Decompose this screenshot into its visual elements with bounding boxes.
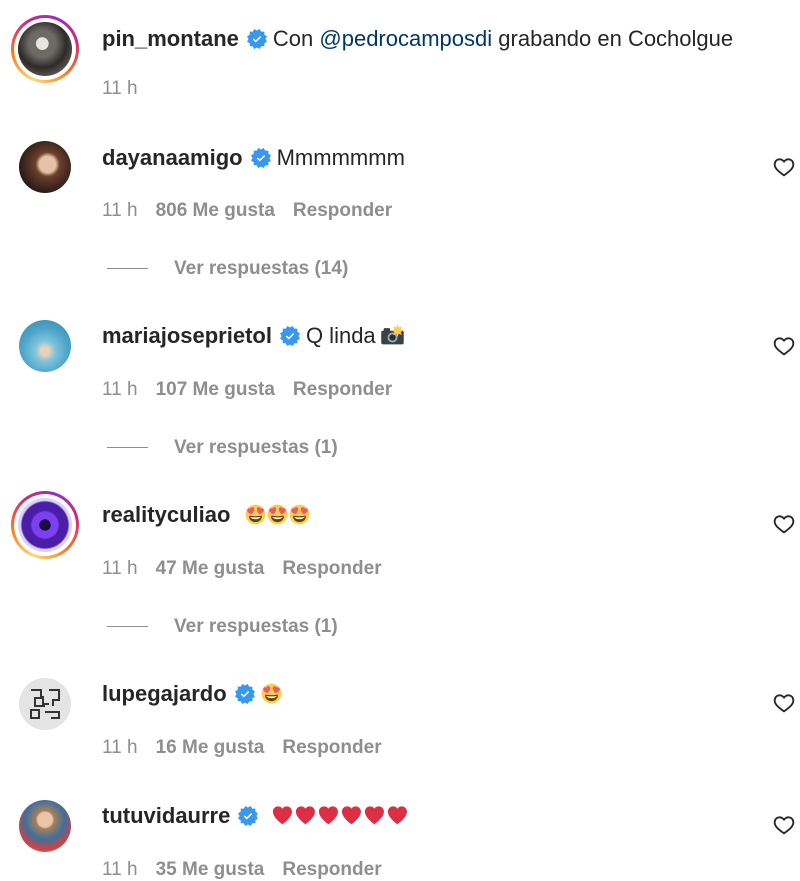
avatar [18, 498, 72, 552]
avatar [19, 678, 71, 730]
view-replies-button[interactable]: Ver respuestas (1) [107, 615, 338, 639]
like-heart-icon[interactable] [773, 513, 795, 535]
comment-meta: 11 h 35 Me gusta Responder [102, 858, 382, 881]
reply-button[interactable]: Responder [282, 558, 381, 579]
like-heart-icon[interactable] [773, 814, 795, 836]
heart-eyes-emoji [261, 683, 282, 704]
caption-meta: 11 h [102, 77, 138, 101]
avatar [19, 800, 71, 852]
avatar-button[interactable] [14, 315, 76, 377]
maze-logo-icon [19, 678, 71, 730]
username-link[interactable]: mariajoseprietol [102, 323, 272, 348]
post-caption: pin_montane Con @pedrocamposdi grabando e… [0, 0, 800, 110]
view-replies-button[interactable]: Ver respuestas (14) [107, 257, 348, 281]
red-heart-emoji [293, 805, 316, 826]
mention-link[interactable]: @pedrocamposdi [319, 26, 492, 51]
red-heart-emoji [385, 805, 408, 826]
timestamp[interactable]: 11 h [102, 558, 138, 579]
comment-line: dayanaamigo Mmmmmmm [102, 144, 405, 172]
avatar-story-ring[interactable] [11, 491, 79, 559]
comment-thread: pin_montane Con @pedrocamposdi grabando e… [0, 0, 800, 881]
verified-badge-icon [280, 326, 300, 346]
heart-eyes-emoji [289, 504, 310, 525]
view-replies-label: Ver respuestas (1) [174, 437, 338, 458]
divider-line [107, 268, 148, 270]
divider-line [107, 447, 148, 449]
reply-button[interactable]: Responder [282, 859, 381, 880]
heart-eyes-emoji [267, 504, 288, 525]
reply-button[interactable]: Responder [293, 200, 392, 221]
avatar-button[interactable] [14, 795, 76, 857]
likes-count-button[interactable]: 806 Me gusta [156, 200, 275, 221]
timestamp[interactable]: 11 h [102, 859, 138, 880]
red-heart-emoji [270, 805, 293, 826]
username-link[interactable]: pin_montane [102, 26, 239, 51]
avatar-button[interactable] [14, 673, 76, 735]
likes-count-button[interactable]: 16 Me gusta [156, 737, 265, 758]
username-link[interactable]: realityculiao [102, 502, 230, 527]
reply-button[interactable]: Responder [293, 379, 392, 400]
caption-text-suffix: grabando en Cocholgue [492, 26, 734, 51]
verified-badge-icon [251, 148, 271, 168]
red-heart-emoji [339, 805, 362, 826]
like-heart-icon[interactable] [773, 335, 795, 357]
avatar-button[interactable] [14, 136, 76, 198]
username-link[interactable]: tutuvidaurre [102, 803, 230, 828]
red-heart-emoji [316, 805, 339, 826]
view-replies-label: Ver respuestas (1) [174, 616, 338, 637]
comment-text: Mmmmmmm [276, 145, 405, 170]
likes-count-button[interactable]: 35 Me gusta [156, 859, 265, 880]
avatar-story-ring[interactable] [11, 15, 79, 83]
username-link[interactable]: lupegajardo [102, 681, 227, 706]
view-replies-button[interactable]: Ver respuestas (1) [107, 436, 338, 460]
divider-line [107, 626, 148, 628]
likes-count-button[interactable]: 107 Me gusta [156, 379, 275, 400]
comment-text [238, 502, 310, 527]
username-link[interactable]: dayanaamigo [102, 145, 243, 170]
comment-text: Q linda [305, 323, 376, 348]
comment-line: realityculiao [102, 501, 311, 529]
comment-meta: 11 h 806 Me gusta Responder [102, 199, 392, 223]
comment-line: mariajoseprietol Q linda [102, 322, 405, 350]
verified-badge-icon [235, 684, 255, 704]
timestamp[interactable]: 11 h [102, 737, 138, 758]
timestamp[interactable]: 11 h [102, 379, 138, 400]
reply-button[interactable]: Responder [282, 737, 381, 758]
heart-eyes-emoji [245, 504, 266, 525]
comment-text [264, 803, 408, 828]
caption-line: pin_montane Con @pedrocamposdi grabando e… [102, 25, 733, 53]
caption-text-prefix: Con [272, 26, 320, 51]
likes-count-button[interactable]: 47 Me gusta [156, 558, 265, 579]
comment-line: lupegajardo [102, 680, 283, 708]
timestamp[interactable]: 11 h [102, 78, 138, 99]
avatar [18, 22, 72, 76]
comment-meta: 11 h 16 Me gusta Responder [102, 736, 382, 760]
like-heart-icon[interactable] [773, 156, 795, 178]
red-heart-emoji [362, 805, 385, 826]
comment-line: tutuvidaurre [102, 802, 408, 830]
comment-meta: 11 h 107 Me gusta Responder [102, 378, 392, 402]
view-replies-label: Ver respuestas (14) [174, 258, 349, 279]
verified-badge-icon [238, 806, 258, 826]
comment-meta: 11 h 47 Me gusta Responder [102, 557, 382, 581]
camera-flash-emoji [380, 324, 405, 346]
avatar [19, 141, 71, 193]
timestamp[interactable]: 11 h [102, 200, 138, 221]
avatar [19, 320, 71, 372]
verified-badge-icon [247, 29, 267, 49]
like-heart-icon[interactable] [773, 692, 795, 714]
